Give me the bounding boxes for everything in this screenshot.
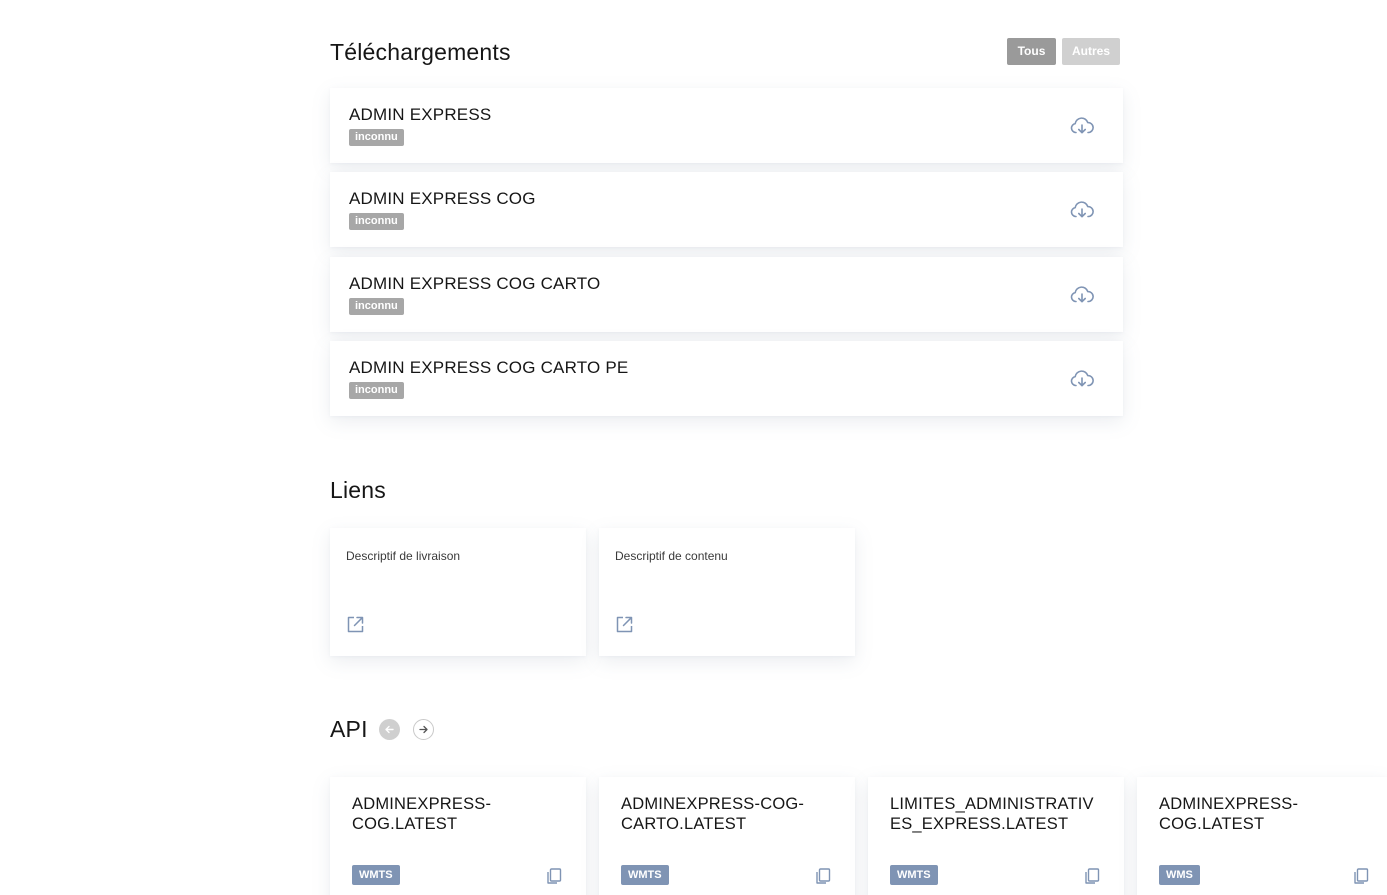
download-item-name: ADMIN EXPRESS COG CARTO xyxy=(349,274,601,293)
download-item[interactable]: ADMIN EXPRESS COG CARTO inconnu xyxy=(330,257,1123,332)
external-link-icon[interactable] xyxy=(615,615,634,634)
downloads-header: Téléchargements Tous Autres xyxy=(330,36,1120,68)
copy-icon[interactable] xyxy=(545,867,563,885)
copy-icon[interactable] xyxy=(1352,867,1370,885)
api-name-line: ES_EXPRESS.LATEST xyxy=(890,815,1069,833)
status-badge: inconnu xyxy=(349,382,404,399)
downloads-title: Téléchargements xyxy=(330,39,511,65)
api-card[interactable]: ADMINEXPRESS- COG.LATEST WMTS xyxy=(330,777,586,895)
link-card[interactable]: Descriptif de contenu xyxy=(599,528,855,656)
status-badge: inconnu xyxy=(349,213,404,230)
cloud-download-icon[interactable] xyxy=(1070,115,1094,137)
api-card[interactable]: ADMINEXPRESS-COG- CARTO.LATEST WMTS xyxy=(599,777,855,895)
download-item[interactable]: ADMIN EXPRESS COG inconnu xyxy=(330,172,1123,247)
api-name: LIMITES_ADMINISTRATIV ES_EXPRESS.LATEST xyxy=(890,794,1105,834)
api-name: ADMINEXPRESS- COG.LATEST xyxy=(352,794,567,834)
filter-others-button[interactable]: Autres xyxy=(1062,38,1120,65)
download-item[interactable]: ADMIN EXPRESS inconnu xyxy=(330,88,1123,163)
copy-icon[interactable] xyxy=(814,867,832,885)
api-name-line: ADMINEXPRESS-COG- xyxy=(621,795,805,813)
protocol-badge: WMTS xyxy=(890,865,938,885)
link-label: Descriptif de contenu xyxy=(615,549,728,563)
arrow-right-icon xyxy=(419,725,428,734)
api-name-line: ADMINEXPRESS- xyxy=(352,795,492,813)
api-title: API xyxy=(330,716,368,742)
cloud-download-icon[interactable] xyxy=(1070,284,1094,306)
api-name-line: CARTO.LATEST xyxy=(621,815,747,833)
page: Téléchargements Tous Autres ADMIN EXPRES… xyxy=(0,0,1387,895)
links-title: Liens xyxy=(330,477,386,503)
link-label: Descriptif de livraison xyxy=(346,549,461,563)
cloud-download-icon[interactable] xyxy=(1070,199,1094,221)
api-card[interactable]: LIMITES_ADMINISTRATIV ES_EXPRESS.LATEST … xyxy=(868,777,1124,895)
download-item-name: ADMIN EXPRESS COG xyxy=(349,189,536,208)
carousel-prev-button[interactable] xyxy=(379,719,400,740)
api-name: ADMINEXPRESS- COG.LATEST xyxy=(1159,794,1374,834)
carousel-next-button[interactable] xyxy=(413,719,434,740)
arrow-left-icon xyxy=(385,725,394,734)
protocol-badge: WMTS xyxy=(621,865,669,885)
api-name-line: ADMINEXPRESS- xyxy=(1159,795,1299,813)
cloud-download-icon[interactable] xyxy=(1070,368,1094,390)
protocol-badge: WMS xyxy=(1159,865,1200,885)
download-item-name: ADMIN EXPRESS xyxy=(349,105,492,124)
protocol-badge: WMTS xyxy=(352,865,400,885)
status-badge: inconnu xyxy=(349,298,404,315)
api-name-line: COG.LATEST xyxy=(352,815,458,833)
download-item[interactable]: ADMIN EXPRESS COG CARTO PE inconnu xyxy=(330,341,1123,416)
api-name: ADMINEXPRESS-COG- CARTO.LATEST xyxy=(621,794,836,834)
status-badge: inconnu xyxy=(349,129,404,146)
api-card[interactable]: ADMINEXPRESS- COG.LATEST WMS xyxy=(1137,777,1387,895)
api-name-line: LIMITES_ADMINISTRATIV xyxy=(890,795,1094,813)
copy-icon[interactable] xyxy=(1083,867,1101,885)
download-item-name: ADMIN EXPRESS COG CARTO PE xyxy=(349,358,629,377)
api-header: API xyxy=(330,714,530,744)
link-card[interactable]: Descriptif de livraison xyxy=(330,528,586,656)
api-name-line: COG.LATEST xyxy=(1159,815,1265,833)
filter-all-button[interactable]: Tous xyxy=(1007,38,1056,65)
external-link-icon[interactable] xyxy=(346,615,365,634)
